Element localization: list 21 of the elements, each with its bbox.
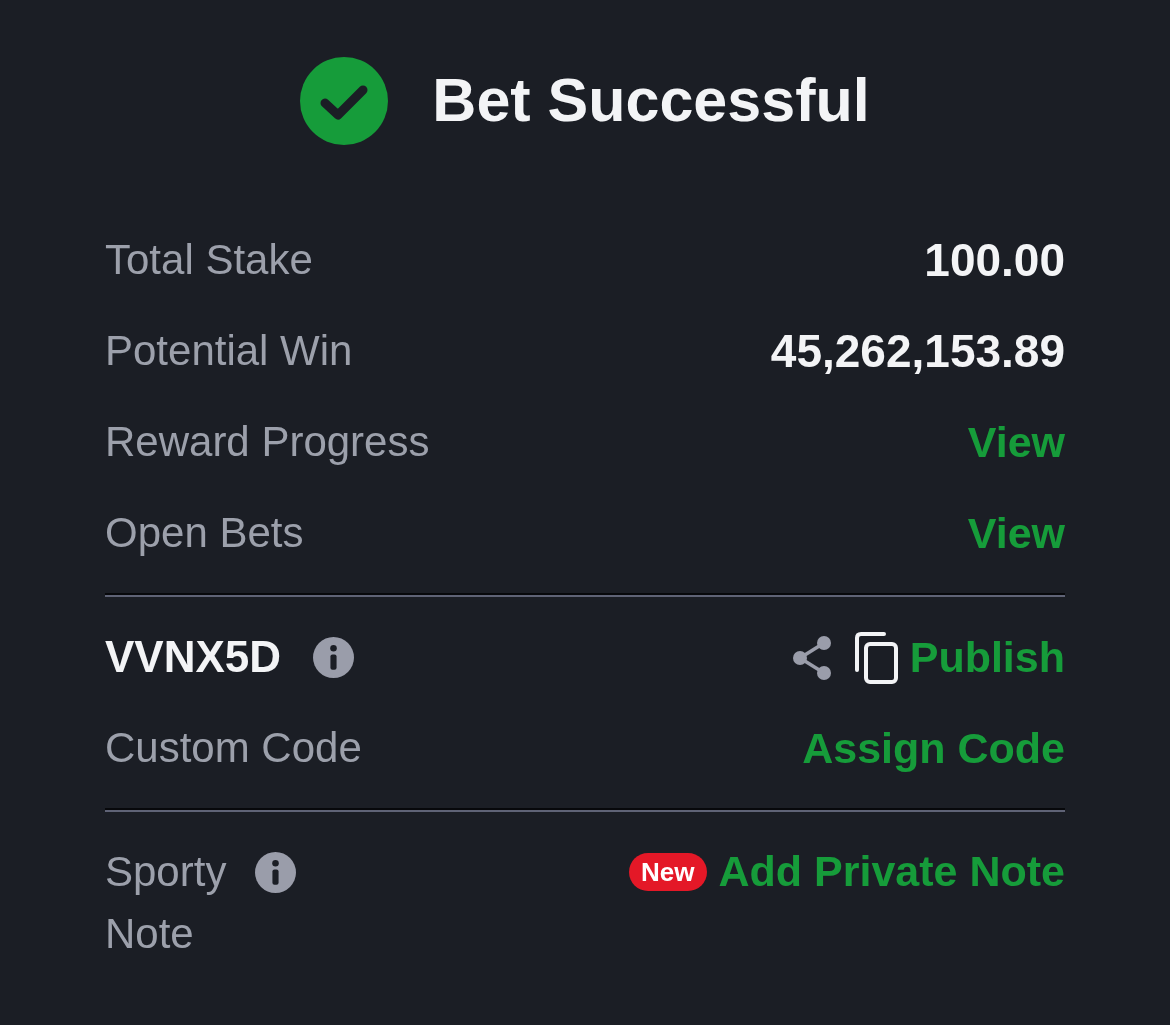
add-note-link[interactable]: Add Private Note [718, 846, 1065, 898]
row-label: Custom Code [105, 723, 362, 774]
success-check-icon [300, 57, 389, 145]
copy-icon[interactable] [853, 631, 898, 684]
row-label: Total Stake [105, 235, 313, 286]
info-icon[interactable] [255, 851, 296, 893]
row-label: Potential Win [105, 326, 353, 377]
note-label: Sporty Note [105, 847, 228, 959]
new-badge: New [629, 853, 707, 891]
booking-code: VVNX5D [105, 631, 282, 684]
assign-code-link[interactable]: Assign Code [802, 722, 1065, 775]
dialog-title: Bet Successful [432, 67, 870, 135]
share-icon[interactable] [791, 635, 832, 680]
view-link[interactable]: View [967, 416, 1065, 469]
info-icon[interactable] [313, 637, 355, 678]
row-label: Open Bets [105, 508, 304, 559]
row-value: 45,262,153.89 [770, 323, 1065, 379]
view-link[interactable]: View [967, 507, 1065, 560]
row-value: 100.00 [924, 232, 1065, 288]
row-label: Reward Progress [105, 417, 430, 468]
publish-link[interactable]: Publish [909, 631, 1065, 684]
